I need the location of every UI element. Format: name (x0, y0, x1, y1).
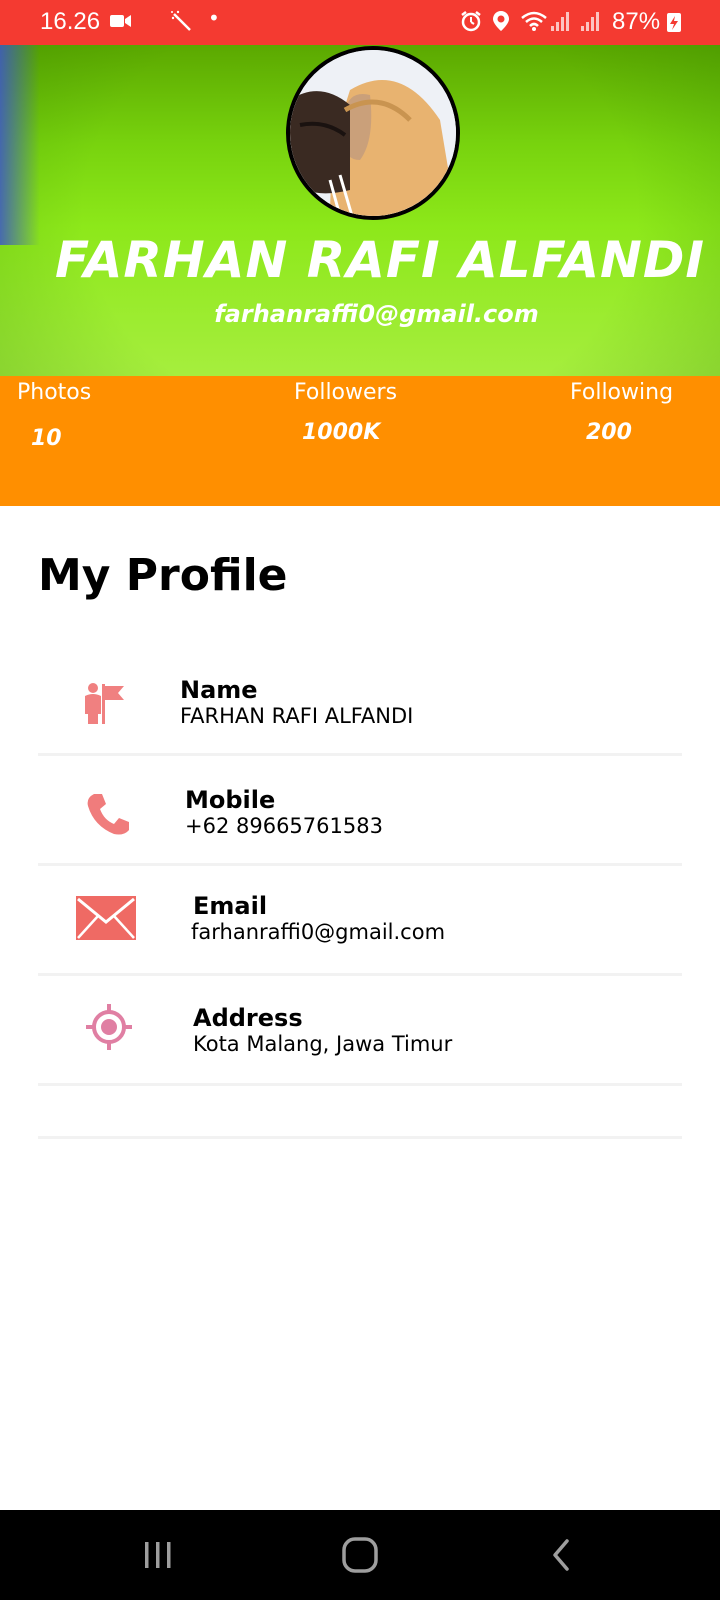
row-value: FARHAN RAFI ALFANDI (180, 704, 414, 728)
avatar-image (290, 50, 456, 216)
page-title: My Profile (38, 550, 288, 601)
dot-icon: • (208, 6, 220, 30)
header-email: farhanraffi0@gmail.com (214, 300, 539, 328)
stat-label: Following (570, 380, 674, 405)
recent-apps-icon (145, 1542, 171, 1568)
row-label: Name (180, 676, 258, 704)
stat-value: 10 (31, 426, 62, 451)
envelope-icon (76, 896, 136, 944)
status-bar: 16.26 • 87% (0, 0, 720, 45)
avatar[interactable] (286, 46, 460, 220)
alarm-icon (460, 10, 482, 37)
wifi-icon (520, 10, 548, 37)
profile-row-mobile[interactable]: Mobile +62 89665761583 (38, 756, 682, 866)
status-time: 16.26 (40, 8, 101, 35)
profile-row-address[interactable]: Address Kota Malang, Jawa Timur (38, 976, 682, 1086)
magic-wand-icon (170, 10, 192, 37)
row-value: Kota Malang, Jawa Timur (193, 1032, 453, 1056)
divider (38, 1136, 682, 1139)
home-button[interactable] (330, 1530, 390, 1580)
battery-percent: 87% (612, 8, 661, 35)
location-icon (492, 10, 510, 37)
row-value: farhanraffi0@gmail.com (191, 920, 446, 944)
phone-icon (84, 790, 132, 842)
stat-value: 200 (586, 420, 632, 445)
back-button[interactable] (532, 1530, 592, 1580)
profile-row-email[interactable]: Email farhanraffi0@gmail.com (38, 866, 682, 976)
person-flag-icon (82, 680, 128, 730)
header-edge-decoration (0, 45, 40, 245)
back-icon (553, 1539, 569, 1571)
stats-bar: Photos 10 Followers 1000K Following 200 (0, 376, 720, 506)
row-label: Email (193, 892, 268, 920)
battery-charging-icon (666, 11, 682, 38)
signal-icon (550, 10, 570, 37)
row-value: +62 89665761583 (185, 814, 383, 838)
row-label: Address (193, 1004, 303, 1032)
stat-label: Photos (17, 380, 92, 405)
stat-value: 1000K (302, 420, 381, 445)
header-name: FARHAN RAFI ALFANDI (55, 231, 705, 289)
row-label: Mobile (185, 786, 276, 814)
navigation-bar (0, 1510, 720, 1600)
location-target-icon (84, 1002, 134, 1056)
signal-icon-2 (580, 10, 600, 37)
home-icon (342, 1537, 378, 1573)
stat-label: Followers (294, 380, 398, 405)
profile-row-name[interactable]: Name FARHAN RAFI ALFANDI (38, 646, 682, 756)
profile-header: FARHAN RAFI ALFANDI farhanraffi0@gmail.c… (0, 45, 720, 376)
video-icon (110, 10, 132, 34)
recent-apps-button[interactable] (128, 1530, 188, 1580)
